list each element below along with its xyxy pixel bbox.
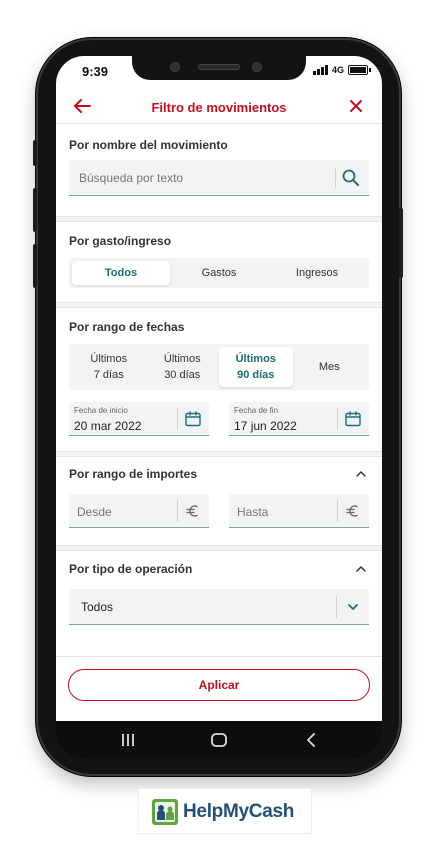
end-date-value: 17 jun 2022 bbox=[234, 419, 297, 433]
type-option-todos[interactable]: Todos bbox=[72, 261, 170, 285]
earpiece-speaker bbox=[198, 64, 240, 70]
chevron-down-icon[interactable] bbox=[346, 600, 360, 614]
amount-to-input[interactable]: Hasta bbox=[229, 494, 369, 528]
search-separator bbox=[335, 168, 336, 188]
end-date-label: Fecha de fin bbox=[234, 406, 279, 415]
section-divider bbox=[56, 545, 382, 551]
field-separator bbox=[337, 500, 338, 522]
date-option-month[interactable]: Mes bbox=[293, 347, 367, 387]
operation-type-select[interactable]: Todos bbox=[69, 589, 369, 625]
end-date-field[interactable]: Fecha de fin 17 jun 2022 bbox=[229, 402, 369, 436]
date-option-line1: Mes bbox=[318, 361, 340, 373]
battery-icon bbox=[348, 65, 371, 75]
end-date-month: jun bbox=[250, 419, 267, 433]
end-date-day: 17 bbox=[234, 419, 248, 433]
search-icon[interactable] bbox=[341, 168, 361, 188]
operation-section-label: Por tipo de operación bbox=[69, 562, 193, 576]
phone-volume-down bbox=[33, 244, 37, 288]
date-option-90-days[interactable]: Últimos 90 días bbox=[219, 347, 293, 387]
helpmycash-logo: HelpMyCash bbox=[138, 788, 312, 834]
type-option-gastos[interactable]: Gastos bbox=[170, 261, 268, 285]
start-date-year: 2022 bbox=[114, 419, 142, 433]
back-nav-icon[interactable] bbox=[301, 730, 321, 750]
brand-name: HelpMyCash bbox=[183, 801, 295, 822]
end-date-year: 2022 bbox=[270, 419, 297, 433]
search-placeholder: Búsqueda por texto bbox=[79, 171, 184, 185]
sensor-dot bbox=[170, 62, 180, 72]
app-screen: 9:39 4G Filtro de movimientos Por nombre… bbox=[56, 56, 382, 721]
network-type: 4G bbox=[331, 65, 344, 75]
footer-divider bbox=[56, 656, 382, 657]
status-bar: 9:39 4G bbox=[56, 56, 382, 86]
date-option-30-days[interactable]: Últimos 30 días bbox=[146, 347, 220, 387]
amount-from-input[interactable]: Desde bbox=[69, 494, 209, 528]
operation-type-value: Todos bbox=[81, 600, 114, 614]
chevron-up-icon[interactable] bbox=[354, 467, 368, 481]
field-separator bbox=[336, 596, 337, 618]
brand-icon bbox=[152, 799, 178, 825]
amount-from-placeholder: Desde bbox=[77, 505, 112, 519]
date-option-line1: Últimos bbox=[90, 353, 128, 365]
search-input[interactable]: Búsqueda por texto bbox=[69, 160, 369, 196]
date-option-7-days[interactable]: Últimos 7 días bbox=[72, 347, 146, 387]
start-date-field[interactable]: Fecha de inicio 20 mar 2022 bbox=[69, 402, 209, 436]
phone-mute-switch bbox=[33, 140, 37, 166]
android-nav-bar bbox=[56, 721, 382, 759]
amount-to-placeholder: Hasta bbox=[237, 505, 269, 519]
date-option-line1: Últimos bbox=[235, 353, 276, 365]
recent-apps-icon[interactable] bbox=[118, 730, 138, 750]
date-range-segmented-control: Últimos 7 días Últimos 30 días Últimos 90 d… bbox=[69, 344, 369, 390]
date-option-line2: 90 días bbox=[237, 369, 275, 381]
phone-notch bbox=[132, 56, 306, 80]
close-icon[interactable] bbox=[344, 94, 368, 118]
signal-icon bbox=[312, 65, 328, 75]
status-icons: 4G bbox=[312, 65, 371, 75]
home-icon[interactable] bbox=[209, 730, 229, 750]
date-option-line2: 30 días bbox=[164, 369, 201, 381]
apply-button[interactable]: Aplicar bbox=[68, 669, 370, 701]
field-separator bbox=[337, 408, 338, 430]
calendar-icon[interactable] bbox=[184, 410, 202, 428]
field-separator bbox=[177, 500, 178, 522]
euro-icon bbox=[346, 505, 358, 517]
amount-section-label: Por rango de importes bbox=[69, 467, 198, 481]
calendar-icon[interactable] bbox=[344, 410, 362, 428]
front-camera bbox=[252, 62, 262, 72]
start-date-label: Fecha de inicio bbox=[74, 406, 128, 415]
status-time: 9:39 bbox=[82, 64, 109, 79]
phone-volume-up bbox=[33, 188, 37, 232]
type-option-ingresos[interactable]: Ingresos bbox=[268, 261, 366, 285]
type-segmented-control: Todos Gastos Ingresos bbox=[69, 258, 369, 288]
page-title: Filtro de movimientos bbox=[151, 100, 287, 115]
name-section-label: Por nombre del movimiento bbox=[69, 138, 228, 152]
date-option-line2: 7 días bbox=[93, 369, 124, 381]
section-divider bbox=[56, 302, 382, 308]
section-divider bbox=[56, 451, 382, 457]
date-option-line1: Últimos bbox=[163, 353, 201, 365]
chevron-up-icon[interactable] bbox=[354, 562, 368, 576]
phone-power-button bbox=[399, 208, 403, 278]
start-date-value: 20 mar 2022 bbox=[74, 419, 141, 433]
start-date-month: mar bbox=[90, 419, 112, 433]
date-section-label: Por rango de fechas bbox=[69, 320, 185, 334]
app-header: Filtro de movimientos bbox=[56, 92, 382, 124]
euro-icon bbox=[186, 505, 198, 517]
section-divider bbox=[56, 216, 382, 222]
type-section-label: Por gasto/ingreso bbox=[69, 234, 172, 248]
page: 9:39 4G Filtro de movimientos Por nombre… bbox=[0, 0, 435, 850]
field-separator bbox=[177, 408, 178, 430]
start-date-day: 20 bbox=[74, 419, 88, 433]
